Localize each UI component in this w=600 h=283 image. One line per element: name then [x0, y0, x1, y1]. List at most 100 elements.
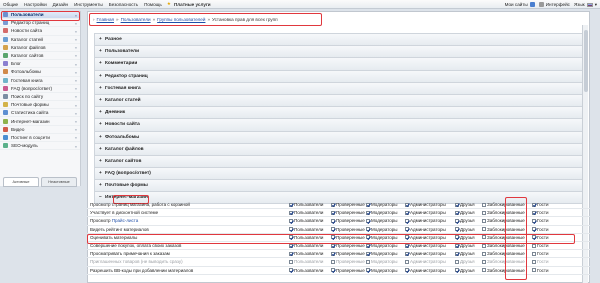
menu-help[interactable]: Помощь [141, 2, 165, 7]
permission-checkbox[interactable] [331, 218, 335, 223]
permission-checkbox[interactable] [331, 227, 335, 232]
menu-general[interactable]: Общие [0, 2, 21, 7]
price-list-link[interactable]: Прайс-листа [112, 218, 138, 223]
permission-checkbox[interactable] [331, 251, 335, 256]
permission-checkbox[interactable] [455, 202, 459, 207]
section-header[interactable]: + Почтовые формы [94, 179, 585, 192]
menu-design[interactable]: Дизайн [50, 2, 71, 7]
permission-checkbox[interactable] [532, 243, 536, 248]
permission-checkbox[interactable] [366, 251, 370, 256]
permission-checkbox[interactable] [532, 251, 536, 256]
sidebar-item[interactable]: FAQ (вопрос/ответ) » [0, 85, 80, 93]
menu-settings[interactable]: Настройки [21, 2, 50, 7]
permission-checkbox[interactable] [482, 251, 486, 256]
permission-checkbox[interactable] [482, 202, 486, 207]
permission-checkbox[interactable] [366, 259, 370, 264]
section-header[interactable]: + Каталог статей [94, 93, 585, 107]
section-header[interactable]: + Гостевая книга [94, 81, 585, 94]
permission-checkbox[interactable] [331, 202, 335, 207]
my-sites-link[interactable]: Мои сайты [505, 2, 535, 7]
permission-checkbox[interactable] [331, 210, 335, 215]
permission-checkbox[interactable] [289, 218, 293, 223]
permission-checkbox[interactable] [405, 251, 409, 256]
permission-checkbox[interactable] [455, 243, 459, 248]
section-header[interactable]: + Каталог файлов [94, 142, 585, 155]
permission-checkbox[interactable] [289, 268, 293, 273]
permission-checkbox[interactable] [289, 202, 293, 207]
tab-active[interactable]: Активные [3, 177, 39, 187]
permission-checkbox[interactable] [455, 210, 459, 215]
permission-checkbox[interactable] [405, 243, 409, 248]
permission-checkbox[interactable] [331, 268, 335, 273]
section-header[interactable]: + Дневник [94, 106, 585, 119]
menu-paid-services[interactable]: Платные услуги [171, 2, 214, 7]
sidebar-item-label: Постинг в соцсети [11, 134, 50, 140]
section-header[interactable]: + Разное [94, 33, 585, 46]
permission-checkbox[interactable] [366, 227, 370, 232]
permission-checkbox[interactable] [289, 243, 293, 248]
permission-checkbox[interactable] [331, 243, 335, 248]
sidebar-item[interactable]: Постинг в соцсети » [0, 134, 80, 142]
group-label: Пользователи [294, 210, 324, 216]
permission-checkbox[interactable] [532, 268, 536, 273]
menu-security[interactable]: Безопасность [106, 2, 141, 7]
permission-checkbox[interactable] [366, 243, 370, 248]
section-header[interactable]: + Комментарии [94, 57, 585, 70]
permission-checkbox[interactable] [366, 218, 370, 223]
permission-checkbox[interactable] [482, 210, 486, 215]
section-header[interactable]: + Каталог сайтов [94, 154, 585, 168]
sidebar-item[interactable]: Статистика сайта » [0, 109, 80, 118]
permission-checkbox[interactable] [482, 243, 486, 248]
permission-checkbox[interactable] [289, 259, 293, 264]
sidebar-item[interactable]: Поиск по сайту » [0, 93, 80, 102]
permission-checkbox[interactable] [532, 202, 536, 207]
permission-checkbox[interactable] [532, 259, 536, 264]
sidebar-item[interactable]: Каталог сайтов » [0, 52, 80, 61]
sidebar-item[interactable]: Фотоальбомы » [0, 68, 80, 77]
permission-checkbox[interactable] [289, 210, 293, 215]
permission-checkbox[interactable] [289, 227, 293, 232]
permission-checkbox[interactable] [455, 268, 459, 273]
permission-checkbox[interactable] [532, 218, 536, 223]
permission-checkbox[interactable] [482, 227, 486, 232]
interface-toggle[interactable]: Интерфейс [538, 2, 570, 7]
permission-checkbox[interactable] [482, 218, 486, 223]
scrollbar-thumb[interactable] [584, 30, 588, 92]
sidebar-item[interactable]: Блог » [0, 60, 80, 69]
permission-checkbox[interactable] [366, 210, 370, 215]
sidebar-item[interactable]: SEO-модуль » [0, 142, 80, 151]
permission-checkbox[interactable] [405, 210, 409, 215]
menu-tools[interactable]: Инструменты [71, 2, 106, 7]
permission-checkbox[interactable] [331, 259, 335, 264]
permission-checkbox[interactable] [455, 251, 459, 256]
permission-checkbox[interactable] [405, 218, 409, 223]
section-header[interactable]: + FAQ (вопрос/ответ) [94, 167, 585, 180]
section-header[interactable]: + Пользователи [94, 45, 585, 58]
section-header[interactable]: + Редактор страниц [94, 69, 585, 82]
sidebar-item[interactable]: Каталог файлов » [0, 44, 80, 52]
permission-checkbox[interactable] [366, 202, 370, 207]
permission-checkbox[interactable] [455, 218, 459, 223]
tab-inactive[interactable]: Неактивные [41, 177, 77, 187]
permission-checkbox[interactable] [405, 227, 409, 232]
sidebar-item[interactable]: Гостевая книга » [0, 77, 80, 85]
permission-checkbox[interactable] [455, 227, 459, 232]
permission-checkbox[interactable] [366, 268, 370, 273]
permission-checkbox[interactable] [482, 259, 486, 264]
permission-checkbox[interactable] [482, 268, 486, 273]
section-header[interactable]: + Фотоальбомы [94, 130, 585, 143]
sidebar-item[interactable]: Каталог статей » [0, 36, 80, 44]
permission-checkbox[interactable] [532, 227, 536, 232]
permission-checkbox[interactable] [455, 259, 459, 264]
sidebar-item[interactable]: Видео » [0, 126, 80, 134]
permission-checkbox[interactable] [532, 210, 536, 215]
permission-checkbox[interactable] [405, 202, 409, 207]
permission-checkbox[interactable] [405, 268, 409, 273]
section-header[interactable]: + Новости сайта [94, 118, 585, 131]
sidebar-item[interactable]: Почтовые формы » [0, 101, 80, 110]
language-select[interactable]: Язык ▾ [574, 2, 597, 8]
sidebar-item[interactable]: Интернет-магазин » [0, 117, 80, 126]
permission-checkbox[interactable] [405, 259, 409, 264]
sidebar-item[interactable]: Новости сайта » [0, 27, 80, 36]
permission-checkbox[interactable] [289, 251, 293, 256]
